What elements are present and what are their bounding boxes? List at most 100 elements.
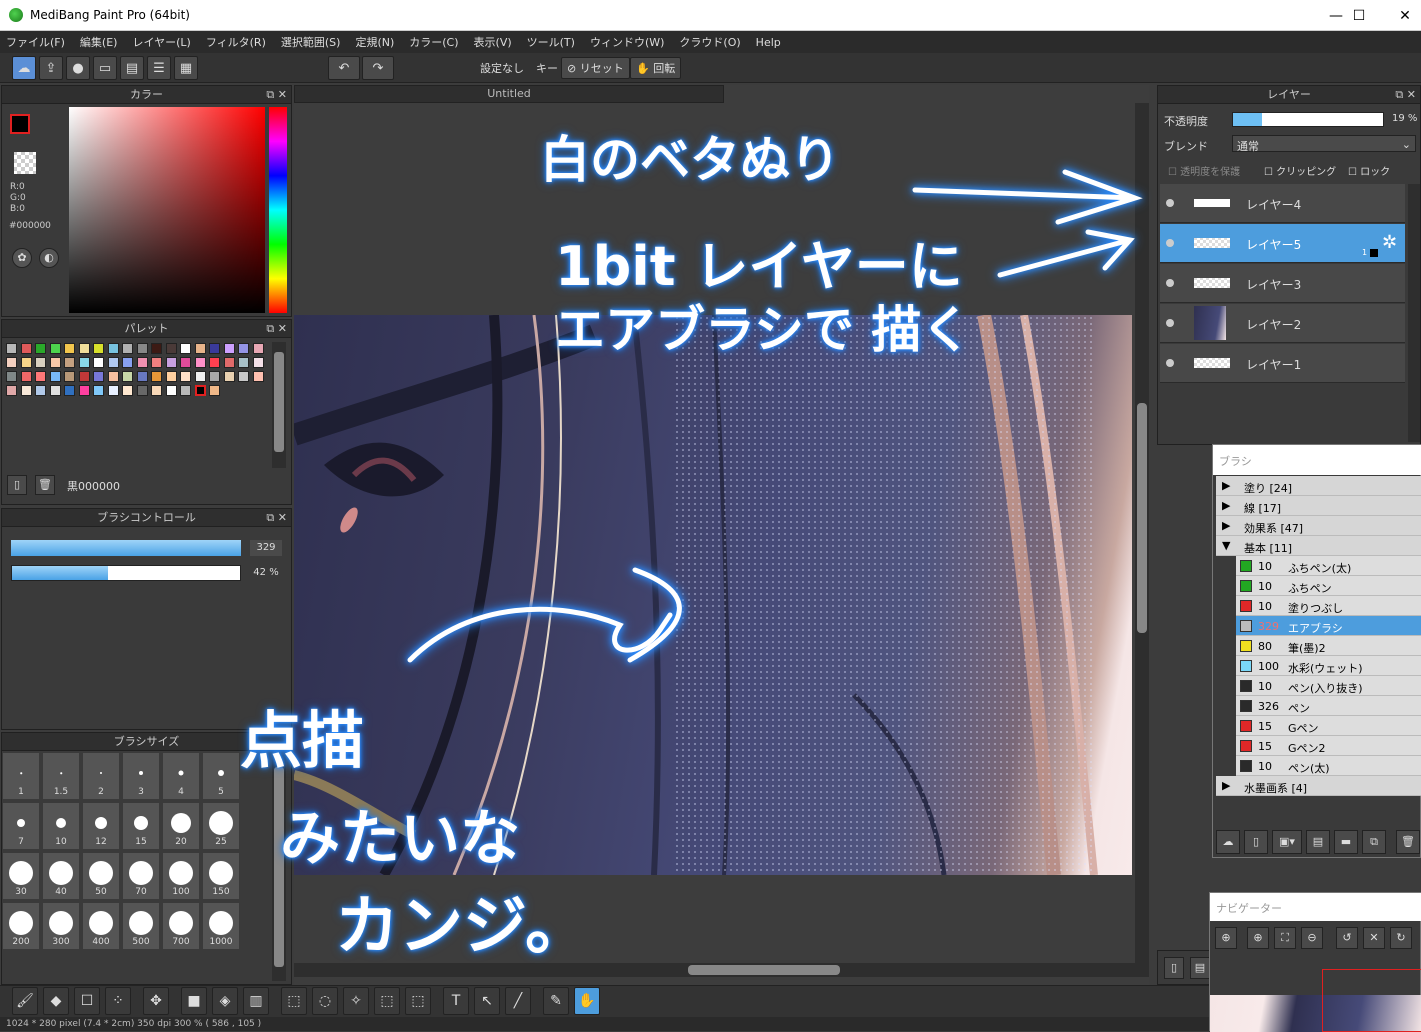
brush-category-row[interactable]: ▶ 水墨画系 [4]	[1216, 776, 1421, 796]
brush-row[interactable]: 15 Gペン2	[1236, 736, 1421, 756]
palette-swatch[interactable]	[165, 385, 177, 396]
brush-size-cell[interactable]: 200	[2, 902, 40, 950]
expand-arrow-icon[interactable]: ▶	[1222, 519, 1230, 532]
palette-swatch[interactable]	[209, 385, 220, 396]
palette-swatch[interactable]	[209, 371, 220, 382]
palette-swatch[interactable]	[78, 371, 90, 382]
palette-swatch[interactable]	[35, 343, 46, 354]
brush-size-cell[interactable]: 300	[42, 902, 80, 950]
palette-swatch[interactable]	[252, 357, 264, 368]
palette-swatch[interactable]	[64, 385, 75, 396]
palette-swatch[interactable]	[122, 371, 133, 382]
palette-swatch[interactable]	[136, 385, 148, 396]
palette-swatch[interactable]	[165, 343, 177, 354]
brush-size-cell[interactable]: 10	[42, 802, 80, 850]
brush-category-row[interactable]: ▼ 基本 [11]	[1216, 536, 1421, 556]
palette-swatch[interactable]	[20, 343, 32, 354]
palette-swatch[interactable]	[93, 385, 104, 396]
palette-swatch[interactable]	[20, 357, 32, 368]
brush-row[interactable]: 10 塗りつぶし	[1236, 596, 1421, 616]
palette-swatch[interactable]	[180, 343, 191, 354]
palette-swatch[interactable]	[252, 371, 264, 382]
palette-swatch[interactable]	[238, 357, 249, 368]
palette-swatch[interactable]	[78, 385, 90, 396]
palette-swatch[interactable]	[35, 371, 46, 382]
palette-swatch[interactable]	[107, 357, 119, 368]
palette-swatch[interactable]	[93, 371, 104, 382]
brush-size-cell[interactable]: 15	[122, 802, 160, 850]
brush-size-cell[interactable]: 50	[82, 852, 120, 900]
palette-swatch[interactable]	[107, 343, 119, 354]
brush-size-cell[interactable]: 4	[162, 752, 200, 800]
brush-size-cell[interactable]: 30	[2, 852, 40, 900]
brush-size-cell[interactable]: 20	[162, 802, 200, 850]
palette-swatch[interactable]	[20, 385, 32, 396]
brush-size-cell[interactable]: 70	[122, 852, 160, 900]
palette-swatch[interactable]	[107, 371, 119, 382]
brush-size-cell[interactable]: 1000	[202, 902, 240, 950]
palette-swatch[interactable]	[194, 385, 206, 396]
palette-swatch[interactable]	[223, 371, 235, 382]
palette-swatch[interactable]	[136, 357, 148, 368]
palette-swatch[interactable]	[122, 357, 133, 368]
brush-size-cell[interactable]: 1.5	[42, 752, 80, 800]
brush-row[interactable]: 10 ペン(入り抜き)	[1236, 676, 1421, 696]
brush-size-cell[interactable]: 12	[82, 802, 120, 850]
palette-swatch[interactable]	[49, 357, 61, 368]
expand-arrow-icon[interactable]: ▼	[1222, 539, 1230, 552]
expand-arrow-icon[interactable]: ▶	[1222, 479, 1230, 492]
palette-swatch[interactable]	[49, 385, 61, 396]
palette-swatch[interactable]	[180, 371, 191, 382]
brush-row[interactable]: 10 ふちペン	[1236, 576, 1421, 596]
brush-size-cell[interactable]: 5	[202, 752, 240, 800]
palette-swatch[interactable]	[49, 371, 61, 382]
palette-swatch[interactable]	[136, 343, 148, 354]
palette-swatch[interactable]	[64, 343, 75, 354]
brush-row[interactable]: 100 水彩(ウェット)	[1236, 656, 1421, 676]
palette-swatch[interactable]	[93, 343, 104, 354]
palette-swatch[interactable]	[223, 343, 235, 354]
palette-swatch[interactable]	[93, 357, 104, 368]
palette-swatch[interactable]	[6, 371, 17, 382]
palette-swatch[interactable]	[64, 371, 75, 382]
palette-swatch[interactable]	[107, 385, 119, 396]
palette-swatch[interactable]	[35, 357, 46, 368]
palette-swatch[interactable]	[151, 357, 162, 368]
palette-swatch[interactable]	[20, 371, 32, 382]
palette-swatch[interactable]	[6, 343, 17, 354]
palette-swatch[interactable]	[194, 371, 206, 382]
palette-swatch[interactable]	[180, 357, 191, 368]
palette-swatch[interactable]	[35, 385, 46, 396]
palette-swatch[interactable]	[238, 371, 249, 382]
palette-swatch[interactable]	[151, 385, 162, 396]
brush-size-cell[interactable]: 3	[122, 752, 160, 800]
brush-row[interactable]: 10 ペン(太)	[1236, 756, 1421, 776]
expand-arrow-icon[interactable]: ▶	[1222, 779, 1230, 792]
brush-size-cell[interactable]: 100	[162, 852, 200, 900]
palette-swatch[interactable]	[122, 343, 133, 354]
brush-row[interactable]: 326 ペン	[1236, 696, 1421, 716]
palette-swatch[interactable]	[209, 357, 220, 368]
brush-row[interactable]: 10 ふちペン(太)	[1236, 556, 1421, 576]
brush-category-row[interactable]: ▶ 効果系 [47]	[1216, 516, 1421, 536]
brush-size-cell[interactable]: 1	[2, 752, 40, 800]
palette-swatch[interactable]	[78, 357, 90, 368]
palette-swatch[interactable]	[194, 343, 206, 354]
brush-size-cell[interactable]: 500	[122, 902, 160, 950]
palette-swatch[interactable]	[64, 357, 75, 368]
palette-swatch[interactable]	[151, 371, 162, 382]
palette-swatch[interactable]	[165, 371, 177, 382]
brush-size-cell[interactable]: 25	[202, 802, 240, 850]
palette-swatch[interactable]	[223, 357, 235, 368]
brush-size-cell[interactable]: 2	[82, 752, 120, 800]
palette-swatch[interactable]	[252, 343, 264, 354]
palette-swatch[interactable]	[238, 343, 249, 354]
brush-row[interactable]: 80 筆(墨)2	[1236, 636, 1421, 656]
brush-size-cell[interactable]: 400	[82, 902, 120, 950]
palette-swatch[interactable]	[6, 385, 17, 396]
brush-row[interactable]: 15 Gペン	[1236, 716, 1421, 736]
brush-size-cell[interactable]: 150	[202, 852, 240, 900]
palette-swatch[interactable]	[151, 343, 162, 354]
expand-arrow-icon[interactable]: ▶	[1222, 499, 1230, 512]
brush-size-cell[interactable]: 7	[2, 802, 40, 850]
